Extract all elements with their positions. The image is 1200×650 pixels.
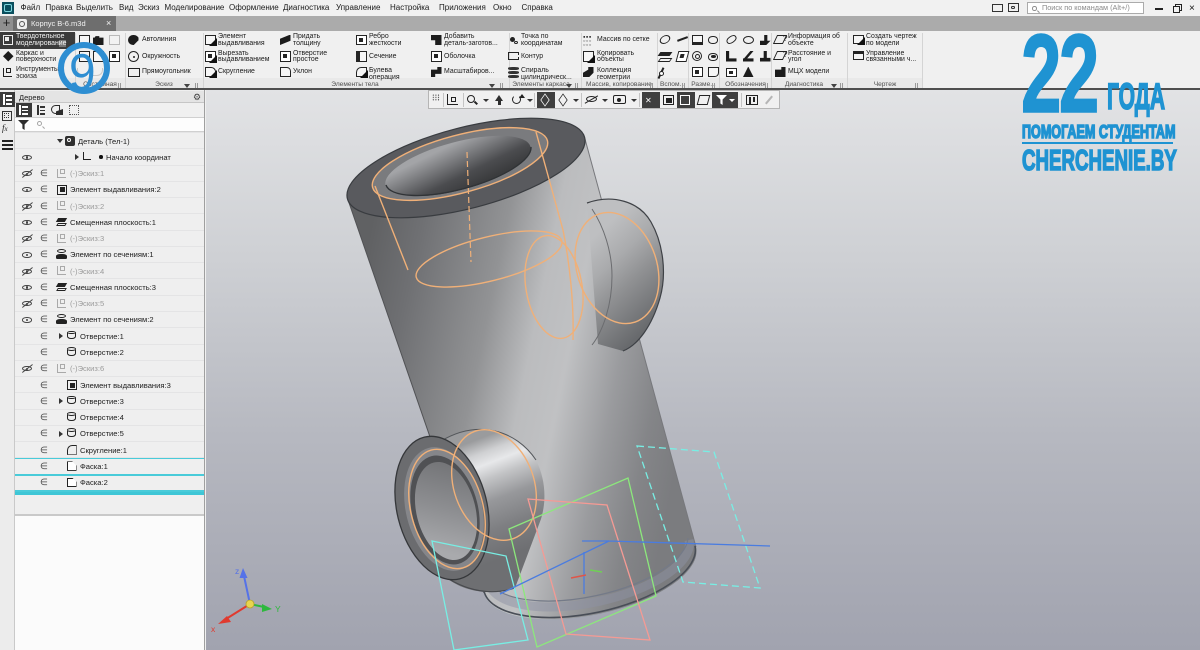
svg-text:z: z	[235, 566, 239, 576]
svg-text:Y: Y	[275, 604, 281, 614]
svg-text:x: x	[211, 624, 216, 634]
